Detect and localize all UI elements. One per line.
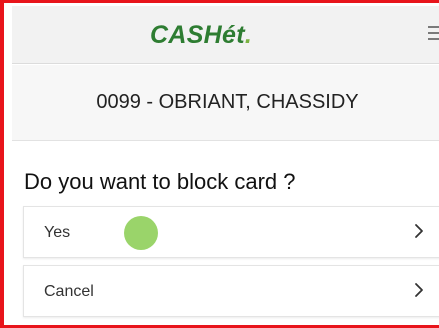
app-header: CASHét. (12, 6, 439, 64)
chevron-right-icon (415, 224, 423, 238)
account-banner: 0099 - OBRIANT, CHASSIDY (12, 65, 439, 141)
menu-line (428, 38, 439, 40)
menu-line (428, 32, 439, 34)
cashet-logo[interactable]: CASHét. (150, 20, 252, 50)
logo-dot: . (244, 21, 253, 49)
menu-line (428, 26, 439, 28)
hamburger-menu-icon[interactable] (428, 26, 439, 42)
block-card-question: Do you want to block card ? (24, 169, 296, 194)
screen-frame: CASHét. 0099 - OBRIANT, CHASSIDY Do you … (0, 0, 439, 328)
yes-option-button[interactable]: Yes (23, 206, 439, 258)
logo-text: CASHét (150, 21, 245, 49)
chevron-right-icon (415, 283, 423, 297)
account-name: 0099 - OBRIANT, CHASSIDY (96, 91, 359, 113)
cancel-option-label: Cancel (44, 283, 94, 300)
cancel-option-button[interactable]: Cancel (23, 265, 439, 317)
options-list: Yes Cancel (23, 206, 439, 324)
tap-indicator (124, 216, 158, 250)
yes-option-label: Yes (44, 224, 71, 241)
